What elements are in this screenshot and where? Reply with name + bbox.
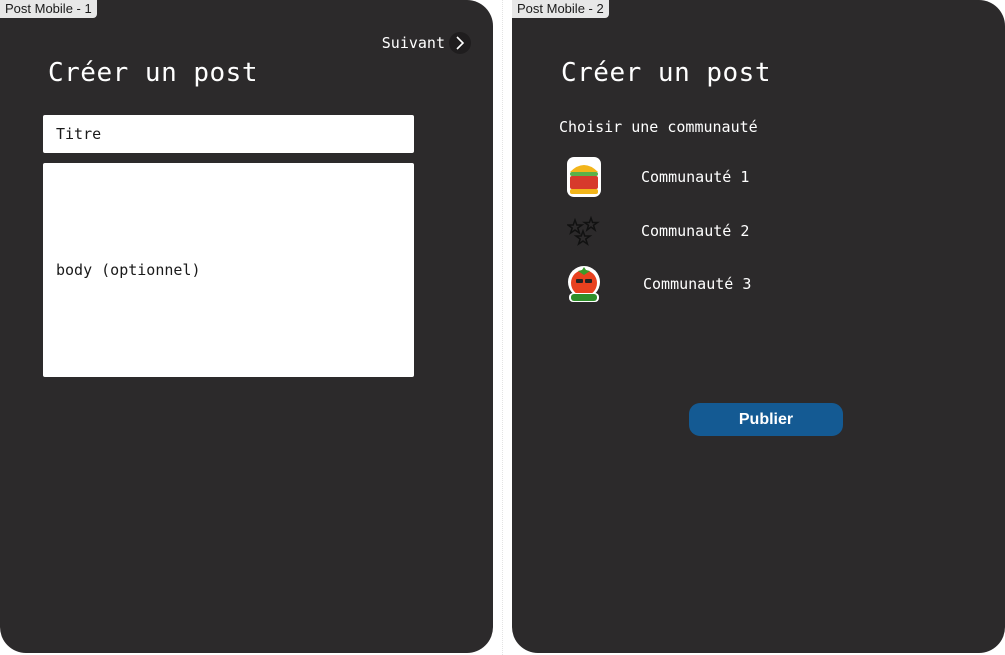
tomato-sticker-icon: [564, 262, 604, 306]
body-textarea[interactable]: body (optionnel): [43, 163, 414, 377]
chevron-right-icon: [449, 32, 471, 54]
post-mobile-frame-1: Suivant Créer un post Titre body (option…: [0, 0, 493, 653]
choose-community-label: Choisir une communauté: [559, 118, 758, 136]
next-label: Suivant: [381, 34, 445, 52]
frame-label-2: Post Mobile - 2: [512, 0, 609, 18]
community-option-3[interactable]: Communauté 3: [564, 262, 824, 306]
next-button[interactable]: Suivant: [382, 32, 471, 54]
page-title: Créer un post: [48, 58, 258, 88]
title-input[interactable]: Titre: [43, 115, 414, 153]
body-placeholder: body (optionnel): [56, 261, 201, 279]
publish-button[interactable]: Publier: [689, 403, 843, 436]
community-option-2[interactable]: Communauté 2: [564, 209, 824, 253]
burger-sticker-icon: [564, 155, 604, 199]
community-option-1[interactable]: Communauté 1: [564, 155, 824, 199]
page-title: Créer un post: [561, 58, 771, 88]
community-name: Communauté 2: [641, 222, 750, 240]
stars-icon: [564, 209, 604, 253]
community-name: Communauté 1: [641, 168, 750, 186]
post-mobile-frame-2: Créer un post Choisir une communauté Com…: [512, 0, 1005, 653]
community-name: Communauté 3: [643, 275, 752, 293]
frame-label-1: Post Mobile - 1: [0, 0, 97, 18]
canvas-guide: [502, 0, 503, 655]
